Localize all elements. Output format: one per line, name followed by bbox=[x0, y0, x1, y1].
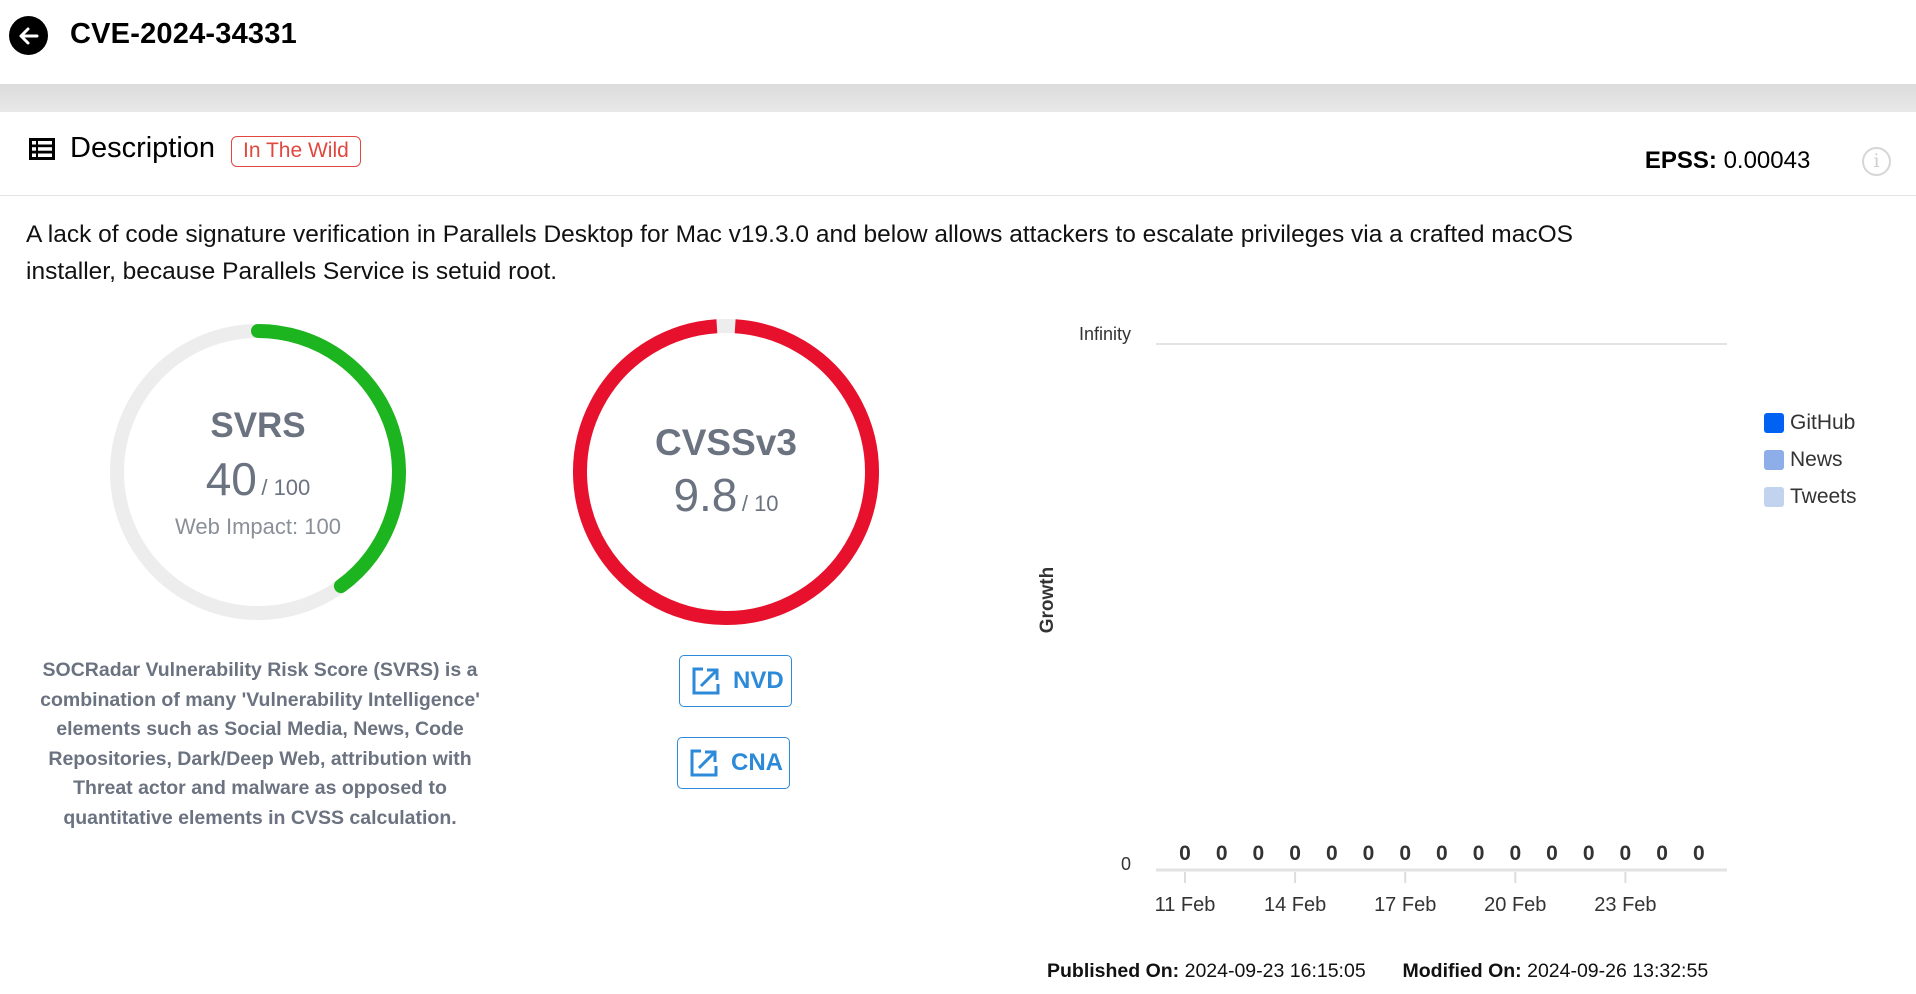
y-axis-label: Growth bbox=[1037, 567, 1058, 634]
cvss-score: 9.8 / 10 bbox=[572, 468, 880, 522]
data-label: 0 bbox=[1399, 842, 1411, 865]
data-label: 0 bbox=[1363, 842, 1375, 865]
data-label: 0 bbox=[1436, 842, 1448, 865]
section-title: Description bbox=[70, 132, 216, 164]
data-label: 0 bbox=[1693, 842, 1705, 865]
legend-swatch-news bbox=[1764, 449, 1784, 470]
chart-legend: GitHub News Tweets bbox=[1764, 404, 1857, 515]
cvss-gauge: CVSSv3 9.8 / 10 bbox=[572, 318, 880, 626]
legend-item-news[interactable]: News bbox=[1764, 441, 1857, 478]
published-value: 2024-09-23 16:15:05 bbox=[1184, 960, 1366, 982]
x-tick-label: 14 Feb bbox=[1264, 894, 1326, 916]
epss-label: EPSS: bbox=[1644, 147, 1717, 174]
legend-label-news: News bbox=[1790, 447, 1843, 471]
info-icon[interactable]: i bbox=[1862, 147, 1891, 176]
web-impact: Web Impact: 100 bbox=[175, 514, 341, 539]
svrs-max: / 100 bbox=[261, 475, 311, 500]
x-tick-label: 20 Feb bbox=[1484, 894, 1546, 916]
cna-link-button[interactable]: CNA bbox=[677, 737, 790, 789]
epss-score: EPSS: 0.00043 bbox=[1645, 147, 1853, 175]
legend-label-github: GitHub bbox=[1790, 410, 1856, 434]
cvss-label: CVSSv3 bbox=[655, 422, 797, 463]
data-label: 0 bbox=[1216, 842, 1228, 865]
cvss-max: / 10 bbox=[741, 491, 779, 516]
y-tick-zero: 0 bbox=[1121, 854, 1131, 874]
top-bar: CVE-2024-34331 bbox=[0, 0, 1916, 84]
nvd-link-button[interactable]: NVD bbox=[679, 655, 792, 707]
svrs-explanation: SOCRadar Vulnerability Risk Score (SVRS)… bbox=[40, 659, 480, 829]
legend-swatch-github bbox=[1764, 412, 1784, 433]
back-button[interactable] bbox=[9, 16, 48, 55]
external-link-icon bbox=[690, 749, 718, 777]
cve-title: CVE-2024-34331 bbox=[70, 18, 297, 50]
external-link-icon bbox=[692, 667, 720, 695]
svrs-label: SVRS bbox=[210, 406, 306, 445]
dates-row: Published On: 2024-09-23 16:15:05 Modifi… bbox=[1047, 960, 1708, 983]
data-label: 0 bbox=[1656, 842, 1668, 865]
data-label: 0 bbox=[1546, 842, 1558, 865]
x-tick-label: 11 Feb bbox=[1155, 894, 1216, 916]
legend-item-tweets[interactable]: Tweets bbox=[1764, 478, 1857, 515]
data-label: 0 bbox=[1253, 842, 1265, 865]
header-divider bbox=[0, 84, 1916, 112]
in-the-wild-badge: In The Wild bbox=[231, 136, 361, 167]
y-tick-top: Infinity bbox=[1079, 324, 1131, 344]
data-label: 0 bbox=[1289, 842, 1301, 865]
legend-swatch-tweets bbox=[1764, 486, 1784, 507]
data-label: 0 bbox=[1326, 842, 1338, 865]
nvd-label: NVD bbox=[733, 667, 784, 694]
svrs-value: 40 bbox=[205, 453, 257, 505]
modified-value: 2024-09-26 13:32:55 bbox=[1527, 960, 1709, 982]
cvss-value: 9.8 bbox=[673, 469, 738, 521]
published-label: Published On: bbox=[1047, 960, 1180, 982]
data-label: 0 bbox=[1620, 842, 1632, 865]
data-label: 0 bbox=[1583, 842, 1595, 865]
arrow-left-icon bbox=[19, 27, 38, 44]
legend-item-github[interactable]: GitHub bbox=[1764, 404, 1857, 441]
svrs-gauge: SVRS 40 / 100 Web Impact: 100 bbox=[104, 318, 412, 626]
cve-description: A lack of code signature verification in… bbox=[26, 221, 1573, 285]
data-label: 0 bbox=[1509, 842, 1521, 865]
cna-label: CNA bbox=[731, 749, 783, 776]
modified-label: Modified On: bbox=[1402, 960, 1522, 982]
data-label: 0 bbox=[1179, 842, 1191, 865]
epss-value: 0.00043 bbox=[1723, 147, 1811, 174]
x-tick-label: 17 Feb bbox=[1374, 894, 1436, 916]
x-tick-label: 23 Feb bbox=[1594, 894, 1656, 916]
svrs-score: 40 / 100 bbox=[104, 452, 412, 506]
legend-label-tweets: Tweets bbox=[1790, 484, 1857, 508]
list-icon bbox=[29, 138, 55, 160]
data-label: 0 bbox=[1473, 842, 1485, 865]
